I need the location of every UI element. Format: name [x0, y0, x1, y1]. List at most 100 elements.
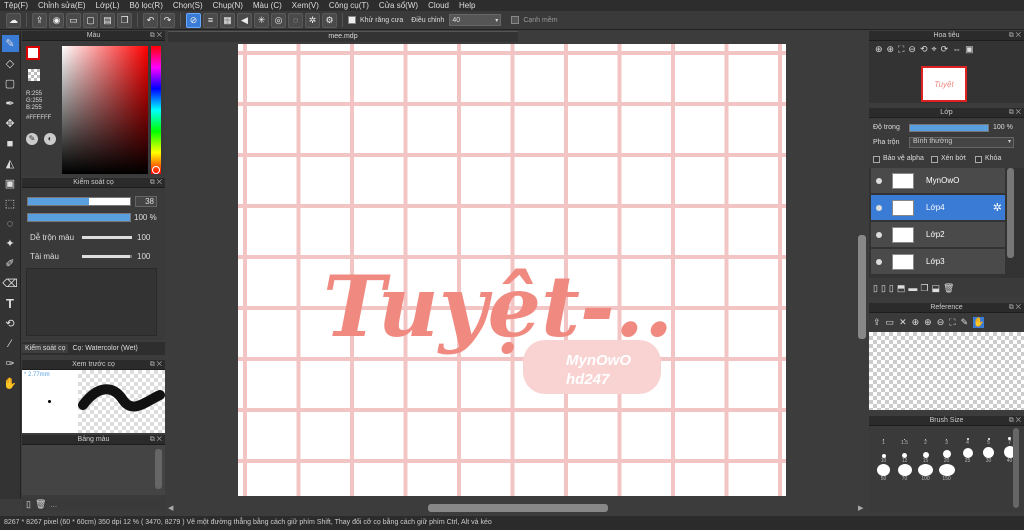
brush-size-value[interactable]: 38 — [135, 196, 157, 207]
eye-icon[interactable] — [876, 231, 882, 238]
brush-tool-icon[interactable]: ✎ — [1, 35, 19, 52]
layer-menu-icon[interactable]: ⬒ — [897, 283, 906, 294]
menu-item[interactable]: Công cụ(T) — [329, 1, 369, 10]
eraser-tool-icon[interactable]: ◇ — [2, 55, 19, 72]
delete-palette-icon[interactable]: 🗑 — [35, 499, 46, 510]
panel-close-icon[interactable]: ⧉ ✕ — [150, 32, 162, 40]
delete-icon[interactable]: 🗑 — [943, 283, 954, 294]
layer-row[interactable]: MynOwO — [871, 168, 1005, 194]
panel-close-icon[interactable]: ⧉ ✕ — [150, 361, 162, 369]
panel-close-icon[interactable]: ⧉ ✕ — [1009, 417, 1021, 425]
brush-opacity-slider[interactable] — [27, 213, 131, 222]
rect-fill-tool-icon[interactable]: ■ — [2, 135, 19, 152]
rotate-left-icon[interactable]: ⟲ — [920, 44, 928, 55]
menu-item[interactable]: Xem(V) — [292, 1, 319, 10]
select-tool-icon[interactable]: ⬚ — [2, 195, 19, 212]
palette-icon[interactable]: ◐ — [44, 133, 56, 145]
zoom-out-icon[interactable]: ⊖ — [908, 44, 916, 55]
panel-close-icon[interactable]: ⧉ ✕ — [150, 179, 162, 187]
panel-close-icon[interactable]: ⧉ ✕ — [150, 436, 162, 444]
export-icon[interactable]: ⇪ — [32, 12, 47, 28]
scroll-left-icon[interactable]: ◀ — [168, 504, 176, 512]
zoom-out-icon[interactable]: ⊖ — [937, 317, 945, 328]
menu-item[interactable]: Chỉnh sửa(E) — [38, 1, 86, 10]
edge-checkbox[interactable] — [511, 16, 520, 24]
transform-tool-icon[interactable]: ⟲ — [2, 315, 19, 332]
brush-size-scrollbar[interactable] — [1013, 428, 1019, 508]
brush-size-cell[interactable]: 5 — [978, 428, 999, 446]
dropper-icon[interactable]: ✎ — [961, 317, 969, 328]
hand-tool-icon[interactable]: ✋ — [2, 375, 19, 392]
brush-size-cell[interactable]: 12 — [894, 446, 915, 464]
merge-icon[interactable]: ⬓ — [931, 283, 940, 294]
canvas-hscroll[interactable] — [428, 504, 608, 512]
brush-size-cell[interactable]: 15 — [915, 446, 936, 464]
grid-snap-icon[interactable]: ▦ — [220, 12, 235, 28]
snap-off-icon[interactable]: ⊘ — [186, 12, 201, 28]
palette-more[interactable]: ... — [50, 500, 57, 509]
radial-snap-icon[interactable]: ✳ — [254, 12, 269, 28]
new-layer-icon[interactable]: ▯ — [881, 283, 886, 294]
brush-size-cell[interactable]: 1.5 — [894, 428, 915, 446]
move-tool-icon[interactable]: ✥ — [2, 115, 19, 132]
brush-size-cell[interactable]: 3 — [936, 428, 957, 446]
hand-icon[interactable]: ✋ — [973, 317, 985, 328]
open-folder-icon[interactable]: ▭ — [886, 317, 895, 328]
pen-tool-icon[interactable]: ✒ — [2, 95, 19, 112]
brush-size-cell[interactable]: 70 — [894, 464, 915, 482]
snap-settings-icon[interactable]: ✲ — [305, 12, 320, 28]
brush-size-cell[interactable]: 100 — [915, 464, 936, 482]
menu-item[interactable]: Cửa sổ(W) — [379, 1, 418, 10]
close-icon[interactable]: ✕ — [899, 317, 907, 328]
zoom-in-icon[interactable]: ⊕ — [875, 44, 883, 55]
brush-size-cell[interactable]: 50 — [873, 464, 894, 482]
reset-view-icon[interactable]: ⌖ — [932, 44, 937, 55]
menu-item[interactable]: Lớp(L) — [96, 1, 120, 10]
document-icon[interactable]: ▤ — [100, 12, 115, 28]
eyedropper-tool-icon[interactable]: ✑ — [2, 355, 19, 372]
hue-handle[interactable] — [152, 166, 160, 174]
undo-icon[interactable]: ↶ — [143, 12, 158, 28]
brush-size-cell[interactable]: 20 — [936, 446, 957, 464]
menu-item[interactable]: Chọn(S) — [173, 1, 203, 10]
eye-icon[interactable] — [876, 177, 882, 184]
parallel-snap-icon[interactable]: ≡ — [203, 12, 218, 28]
scroll-right-icon[interactable]: ▶ — [858, 504, 866, 512]
dropper-icon[interactable]: ✎ — [26, 133, 38, 145]
layer-row[interactable]: Lớp4 ✲ — [871, 195, 1005, 221]
brush-size-cell[interactable]: 30 — [978, 446, 999, 464]
panel-close-icon[interactable]: ⧉ ✕ — [1009, 109, 1021, 117]
menu-item[interactable]: Bộ lọc(R) — [130, 1, 163, 10]
menu-item[interactable]: Chụp(N) — [213, 1, 243, 10]
curve-snap-icon[interactable]: ◌ — [288, 12, 303, 28]
brush-size-cell[interactable]: 2 — [915, 428, 936, 446]
fit-icon[interactable]: ⛶ — [949, 317, 955, 328]
gradient-tool-icon[interactable]: ▣ — [2, 175, 19, 192]
brush-size-cell[interactable]: 4 — [957, 428, 978, 446]
fit-icon[interactable]: ⛶ — [898, 44, 904, 55]
select-pen-tool-icon[interactable]: ✐ — [2, 255, 19, 272]
layer-blend-select[interactable]: Bình thường ▾ — [909, 137, 1014, 148]
dropper-tool-icon[interactable]: ⁄ — [2, 335, 19, 352]
load-slider[interactable] — [82, 255, 132, 258]
protect-alpha-checkbox[interactable] — [873, 156, 880, 163]
gear-icon[interactable]: ⚙ — [322, 12, 337, 28]
circle-snap-icon[interactable]: ◎ — [271, 12, 286, 28]
adjust-select[interactable]: 40 ▾ — [449, 14, 502, 26]
blend-slider[interactable] — [82, 236, 132, 239]
canvas-document[interactable]: MynOwO hd247 Tuyệt-.. — [238, 44, 786, 496]
hue-slider[interactable] — [151, 46, 161, 174]
chat-icon[interactable]: ◉ — [49, 12, 64, 28]
new-palette-icon[interactable]: ▯ — [26, 499, 31, 510]
zoom-in-icon[interactable]: ⊕ — [912, 317, 920, 328]
rotate-right-icon[interactable]: ⟳ — [941, 44, 949, 55]
layer-row[interactable]: Lớp2 — [871, 222, 1005, 248]
text-tool-icon[interactable]: T — [2, 295, 19, 312]
layer-row[interactable]: Lớp3 — [871, 249, 1005, 275]
layer-settings-icon[interactable]: ✲ — [993, 201, 1002, 214]
lasso-tool-icon[interactable]: ◌ — [2, 215, 19, 232]
palette-scrollbar[interactable] — [155, 449, 162, 489]
panel-close-icon[interactable]: ⧉ ✕ — [1009, 32, 1021, 40]
perspective-snap-icon[interactable]: ◀ — [237, 12, 252, 28]
brush-size-cell[interactable]: 1 — [873, 428, 894, 446]
